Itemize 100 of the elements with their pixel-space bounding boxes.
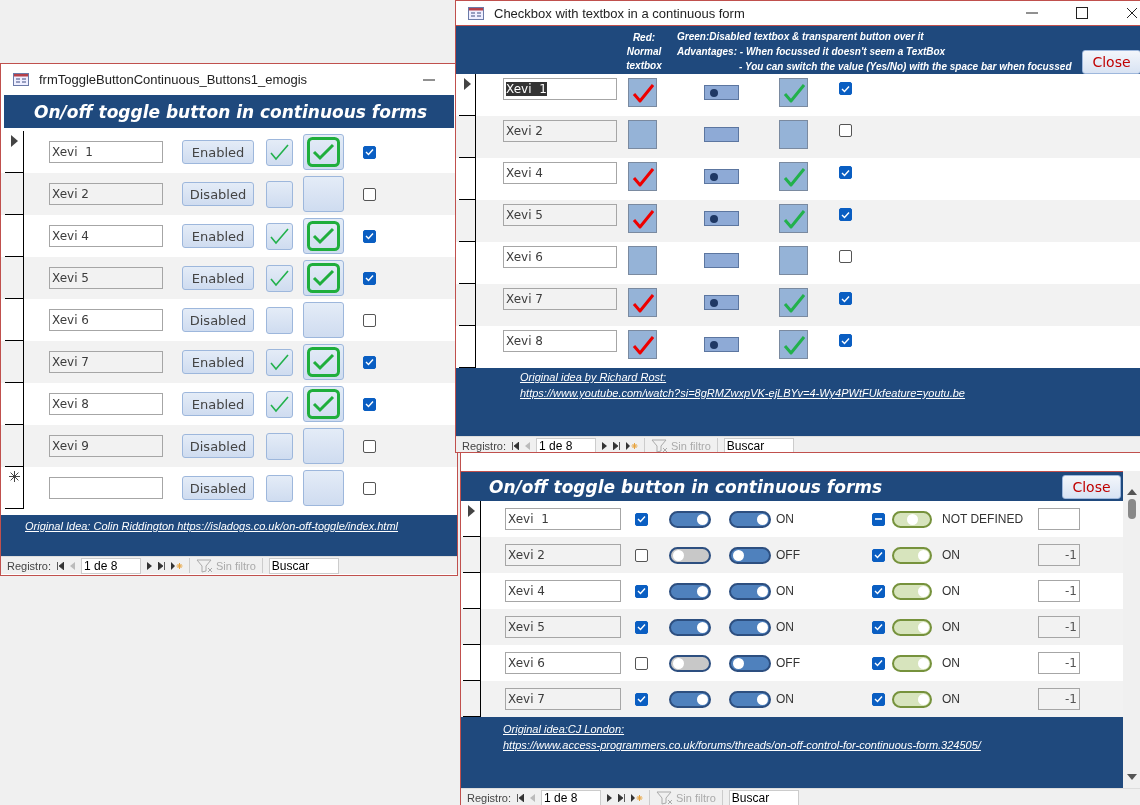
toggle-switch[interactable] (729, 510, 771, 528)
checkbox[interactable] (872, 692, 885, 706)
value-field[interactable] (1038, 508, 1080, 530)
maximize-icon[interactable] (1076, 7, 1088, 19)
close-button[interactable]: Close (1062, 474, 1121, 499)
name-field[interactable]: Xevi 8 (503, 330, 617, 352)
name-field[interactable]: Xevi 7 (503, 288, 617, 310)
new-record-icon[interactable] (631, 793, 644, 802)
search-field[interactable]: Buscar (723, 437, 794, 452)
link[interactable]: Original idea:CJ London: (503, 721, 1123, 737)
toggle-switch[interactable] (704, 253, 739, 268)
checkbox[interactable] (635, 656, 648, 670)
scroll-thumb[interactable] (1128, 499, 1136, 519)
name-field[interactable]: Xevi 1 (49, 141, 163, 163)
status-button[interactable]: Disabled (182, 434, 254, 458)
name-field[interactable]: Xevi 6 (49, 309, 163, 331)
toggle-button[interactable] (303, 386, 344, 422)
check-button[interactable] (266, 432, 293, 460)
search-field[interactable]: Buscar (268, 557, 339, 574)
status-button[interactable]: Disabled (182, 308, 254, 332)
first-record-icon[interactable] (517, 793, 525, 802)
value-field[interactable]: -1 (1038, 580, 1080, 602)
checkbox[interactable] (839, 208, 852, 221)
check-button[interactable] (266, 180, 293, 208)
next-record-icon[interactable] (602, 441, 608, 450)
checkbox[interactable] (363, 481, 376, 495)
toggle-switch[interactable] (704, 85, 739, 100)
check-box[interactable] (628, 204, 657, 233)
value-field[interactable]: -1 (1038, 616, 1080, 638)
toggle-switch[interactable] (892, 654, 932, 672)
toggle-switch[interactable] (729, 690, 771, 708)
checkbox[interactable] (635, 584, 648, 598)
name-field[interactable]: Xevi 4 (503, 162, 617, 184)
check-button[interactable] (266, 348, 293, 376)
toggle-switch[interactable] (892, 510, 932, 528)
checkbox[interactable] (363, 313, 376, 327)
record-selector[interactable] (463, 609, 481, 645)
checkbox[interactable] (872, 584, 885, 598)
check-box[interactable] (779, 162, 808, 191)
toggle-button[interactable] (303, 260, 344, 296)
toggle-switch[interactable] (729, 582, 771, 600)
value-field[interactable]: -1 (1038, 652, 1080, 674)
toggle-switch[interactable] (669, 690, 711, 708)
toggle-button[interactable] (303, 428, 344, 464)
name-field[interactable]: Xevi 6 (505, 652, 621, 674)
status-button[interactable]: Enabled (182, 266, 254, 290)
check-box[interactable] (779, 288, 808, 317)
first-record-icon[interactable] (57, 561, 65, 570)
checkbox[interactable] (363, 187, 376, 201)
first-record-icon[interactable] (512, 441, 520, 450)
scroll-up-icon[interactable] (1127, 489, 1137, 495)
record-selector[interactable] (5, 425, 24, 467)
checkbox[interactable] (635, 692, 648, 706)
checkbox[interactable] (363, 397, 376, 411)
name-field[interactable]: Xevi 5 (49, 267, 163, 289)
record-selector[interactable] (463, 537, 481, 573)
status-button[interactable]: Enabled (182, 224, 254, 248)
toggle-button[interactable] (303, 176, 344, 212)
link[interactable]: https://www.youtube.com/watch?si=8gRMZwxpVK-ejLBYv=4-Wy4PWtFUkfeature=youtu.be (520, 385, 1140, 401)
status-button[interactable]: Enabled (182, 140, 254, 164)
record-position-field[interactable]: 1 de 8 (536, 437, 597, 452)
name-field[interactable]: Xevi 1 (503, 78, 617, 100)
check-button[interactable] (266, 306, 293, 334)
toggle-button[interactable] (303, 134, 344, 170)
toggle-switch[interactable] (729, 618, 771, 636)
toggle-switch[interactable] (729, 654, 771, 672)
close-icon[interactable] (1126, 7, 1138, 19)
name-field[interactable]: Xevi 4 (49, 225, 163, 247)
toggle-switch[interactable] (892, 618, 932, 636)
record-selector[interactable] (5, 467, 24, 509)
name-field[interactable]: Xevi 5 (505, 616, 621, 638)
scroll-down-icon[interactable] (1127, 774, 1137, 780)
toggle-switch[interactable] (669, 582, 711, 600)
check-box[interactable] (628, 330, 657, 359)
check-box[interactable] (628, 120, 657, 149)
name-field[interactable]: Xevi 8 (49, 393, 163, 415)
checkbox[interactable] (839, 292, 852, 305)
toggle-switch[interactable] (669, 618, 711, 636)
name-field[interactable] (49, 477, 163, 499)
new-record-icon[interactable] (626, 441, 639, 450)
record-selector[interactable] (5, 173, 24, 215)
check-button[interactable] (266, 222, 293, 250)
name-field[interactable]: Xevi 5 (503, 204, 617, 226)
checkbox[interactable] (872, 512, 885, 526)
checkbox[interactable] (363, 229, 376, 243)
name-field[interactable]: Xevi 1 (505, 508, 621, 530)
toggle-switch[interactable] (892, 690, 932, 708)
new-record-icon[interactable] (171, 561, 184, 570)
toggle-switch[interactable] (669, 546, 711, 564)
checkbox[interactable] (635, 620, 648, 634)
check-button[interactable] (266, 138, 293, 166)
status-button[interactable]: Disabled (182, 182, 254, 206)
check-box[interactable] (779, 204, 808, 233)
record-position-field[interactable]: 1 de 8 (81, 557, 142, 574)
check-box[interactable] (779, 120, 808, 149)
next-record-icon[interactable] (607, 793, 613, 802)
value-field[interactable]: -1 (1038, 688, 1080, 710)
checkbox[interactable] (839, 124, 852, 137)
record-selector[interactable] (5, 341, 24, 383)
check-box[interactable] (779, 246, 808, 275)
